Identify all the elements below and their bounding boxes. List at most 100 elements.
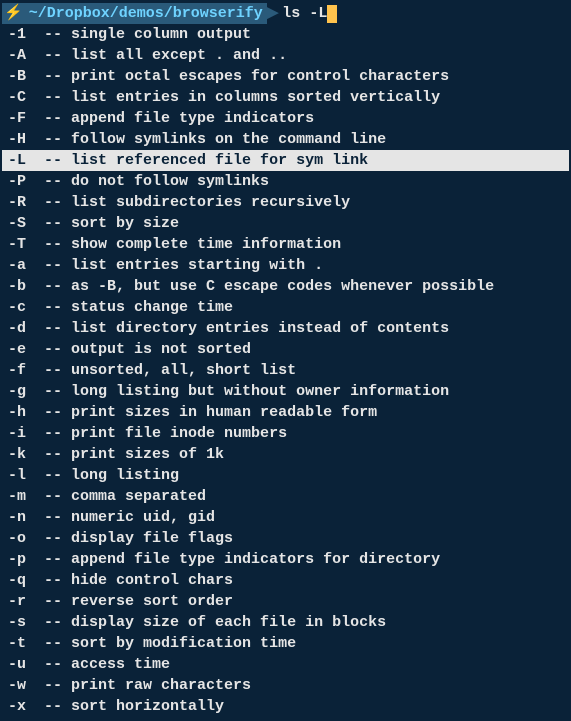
option-description: sort by size xyxy=(71,213,179,234)
option-description: list referenced file for sym link xyxy=(71,150,368,171)
option-flag: -m xyxy=(8,486,26,507)
completion-item[interactable]: -H -- follow symlinks on the command lin… xyxy=(2,129,569,150)
completion-item[interactable]: -c -- status change time xyxy=(2,297,569,318)
option-flag: -r xyxy=(8,591,26,612)
terminal-window[interactable]: ⚡ ~/Dropbox/demos/browserify ▶ ls -L -1 … xyxy=(0,0,571,721)
option-description: print file inode numbers xyxy=(71,423,287,444)
completion-item[interactable]: -f -- unsorted, all, short list xyxy=(2,360,569,381)
option-separator: -- xyxy=(26,66,71,87)
completion-item[interactable]: -R -- list subdirectories recursively xyxy=(2,192,569,213)
option-description: list entries in columns sorted verticall… xyxy=(71,87,440,108)
option-description: print raw characters xyxy=(71,675,251,696)
option-flag: -u xyxy=(8,654,26,675)
option-description: long listing xyxy=(71,465,179,486)
completion-item[interactable]: -1 -- single column output xyxy=(2,24,569,45)
completion-item[interactable]: -a -- list entries starting with . xyxy=(2,255,569,276)
option-description: status change time xyxy=(71,297,233,318)
completion-item[interactable]: -w -- print raw characters xyxy=(2,675,569,696)
option-flag: -d xyxy=(8,318,26,339)
option-description: access time xyxy=(71,654,170,675)
option-flag: -T xyxy=(8,234,26,255)
option-flag: -l xyxy=(8,465,26,486)
option-separator: -- xyxy=(26,507,71,528)
option-flag: -g xyxy=(8,381,26,402)
option-flag: -c xyxy=(8,297,26,318)
completion-item[interactable]: -u -- access time xyxy=(2,654,569,675)
completion-item[interactable]: -s -- display size of each file in block… xyxy=(2,612,569,633)
completion-item[interactable]: -F -- append file type indicators xyxy=(2,108,569,129)
option-flag: -L xyxy=(8,150,26,171)
option-flag: -i xyxy=(8,423,26,444)
completion-item[interactable]: -T -- show complete time information xyxy=(2,234,569,255)
option-description: list subdirectories recursively xyxy=(71,192,350,213)
option-separator: -- xyxy=(26,339,71,360)
completion-item[interactable]: -C -- list entries in columns sorted ver… xyxy=(2,87,569,108)
option-description: print sizes of 1k xyxy=(71,444,224,465)
option-description: list directory entries instead of conten… xyxy=(71,318,449,339)
option-flag: -p xyxy=(8,549,26,570)
command-name: ls xyxy=(282,3,300,24)
option-description: display size of each file in blocks xyxy=(71,612,386,633)
option-description: sort by modification time xyxy=(71,633,296,654)
option-separator: -- xyxy=(26,612,71,633)
completion-item[interactable]: -g -- long listing but without owner inf… xyxy=(2,381,569,402)
option-flag: -t xyxy=(8,633,26,654)
completion-item[interactable]: -o -- display file flags xyxy=(2,528,569,549)
option-separator: -- xyxy=(26,192,71,213)
option-flag: -1 xyxy=(8,24,26,45)
completion-item[interactable]: -S -- sort by size xyxy=(2,213,569,234)
option-description: do not follow symlinks xyxy=(71,171,269,192)
option-description: list entries starting with . xyxy=(71,255,323,276)
option-flag: -k xyxy=(8,444,26,465)
option-separator: -- xyxy=(26,129,71,150)
option-flag: -R xyxy=(8,192,26,213)
option-separator: -- xyxy=(26,45,71,66)
completion-item[interactable]: -L -- list referenced file for sym link xyxy=(2,150,569,171)
completion-item[interactable]: -n -- numeric uid, gid xyxy=(2,507,569,528)
completion-item[interactable]: -A -- list all except . and .. xyxy=(2,45,569,66)
completion-item[interactable]: -p -- append file type indicators for di… xyxy=(2,549,569,570)
completion-item[interactable]: -m -- comma separated xyxy=(2,486,569,507)
option-separator: -- xyxy=(26,360,71,381)
option-description: display file flags xyxy=(71,528,233,549)
completion-item[interactable]: -t -- sort by modification time xyxy=(2,633,569,654)
option-flag: -e xyxy=(8,339,26,360)
option-separator: -- xyxy=(26,675,71,696)
completion-item[interactable]: -x -- sort horizontally xyxy=(2,696,569,717)
completion-item[interactable]: -b -- as -B, but use C escape codes when… xyxy=(2,276,569,297)
option-separator: -- xyxy=(26,570,71,591)
completion-list[interactable]: -1 -- single column output-A -- list all… xyxy=(2,24,569,717)
option-flag: -h xyxy=(8,402,26,423)
completion-item[interactable]: -q -- hide control chars xyxy=(2,570,569,591)
option-separator: -- xyxy=(26,213,71,234)
prompt-line[interactable]: ⚡ ~/Dropbox/demos/browserify ▶ ls -L xyxy=(2,3,569,24)
option-separator: -- xyxy=(26,465,71,486)
completion-item[interactable]: -k -- print sizes of 1k xyxy=(2,444,569,465)
completion-item[interactable]: -P -- do not follow symlinks xyxy=(2,171,569,192)
option-separator: -- xyxy=(26,171,71,192)
option-flag: -q xyxy=(8,570,26,591)
option-separator: -- xyxy=(26,402,71,423)
completion-item[interactable]: -e -- output is not sorted xyxy=(2,339,569,360)
cursor xyxy=(327,5,337,23)
option-description: print sizes in human readable form xyxy=(71,402,377,423)
option-separator: -- xyxy=(26,108,71,129)
option-separator: -- xyxy=(26,486,71,507)
prompt-arrow-icon: ▶ xyxy=(267,3,279,24)
option-flag: -s xyxy=(8,612,26,633)
option-flag: -A xyxy=(8,45,26,66)
completion-item[interactable]: -r -- reverse sort order xyxy=(2,591,569,612)
option-separator: -- xyxy=(26,633,71,654)
completion-item[interactable]: -d -- list directory entries instead of … xyxy=(2,318,569,339)
completion-item[interactable]: -i -- print file inode numbers xyxy=(2,423,569,444)
completion-item[interactable]: -B -- print octal escapes for control ch… xyxy=(2,66,569,87)
option-flag: -F xyxy=(8,108,26,129)
completion-item[interactable]: -l -- long listing xyxy=(2,465,569,486)
option-flag: -x xyxy=(8,696,26,717)
lightning-icon: ⚡ xyxy=(4,3,23,24)
option-separator: -- xyxy=(26,24,71,45)
option-separator: -- xyxy=(26,381,71,402)
option-description: list all except . and .. xyxy=(71,45,287,66)
option-description: comma separated xyxy=(71,486,206,507)
completion-item[interactable]: -h -- print sizes in human readable form xyxy=(2,402,569,423)
